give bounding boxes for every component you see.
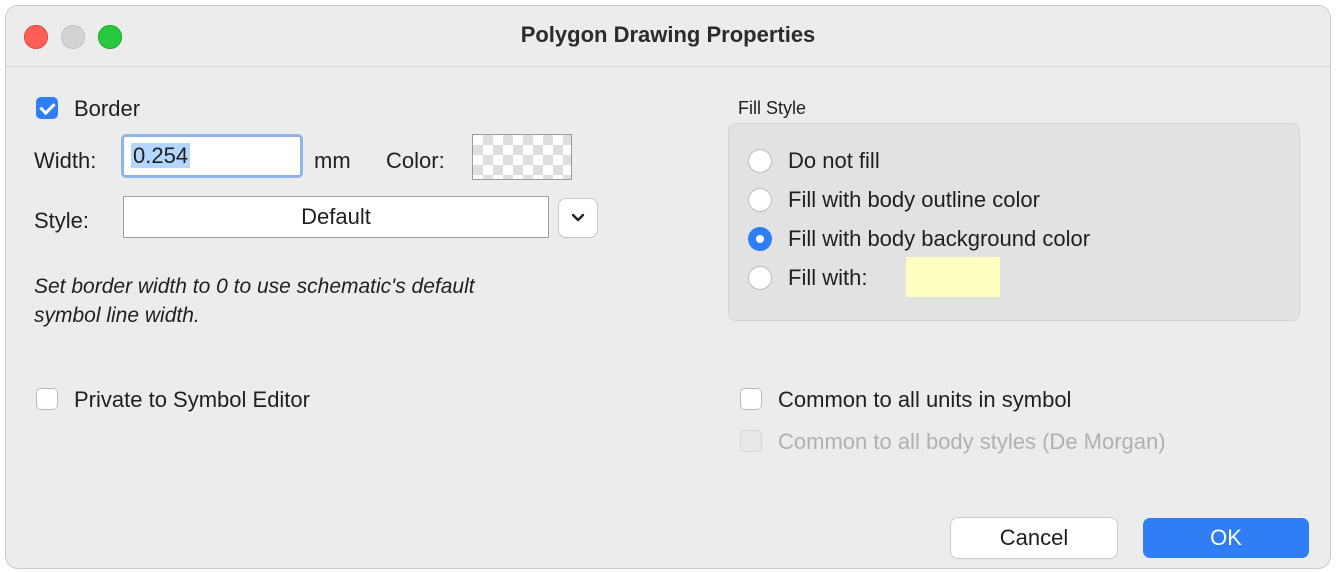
radio-fill-background[interactable] bbox=[748, 227, 772, 251]
common-styles-label: Common to all body styles (De Morgan) bbox=[778, 429, 1166, 454]
color-label: Color: bbox=[386, 148, 445, 173]
border-label: Border bbox=[74, 96, 141, 121]
radio-label-fill-background: Fill with body background color bbox=[788, 226, 1091, 251]
dialog-title: Polygon Drawing Properties bbox=[520, 22, 816, 47]
border-hint: Set border width to 0 to use schematic's… bbox=[34, 272, 475, 330]
border-checkbox[interactable] bbox=[36, 97, 58, 119]
width-value: 0.254 bbox=[131, 143, 191, 168]
fill-color-swatch[interactable] bbox=[906, 257, 1000, 297]
common-units-label: Common to all units in symbol bbox=[778, 387, 1072, 412]
border-color-swatch[interactable] bbox=[472, 134, 572, 180]
style-label: Style: bbox=[34, 208, 90, 233]
hint-line-1: Set border width to 0 to use schematic's… bbox=[34, 275, 475, 298]
width-input[interactable]: 0.254 bbox=[121, 134, 303, 178]
radio-fill-with[interactable] bbox=[748, 266, 772, 290]
radio-do-not-fill[interactable] bbox=[748, 149, 772, 173]
cancel-button[interactable]: Cancel bbox=[951, 518, 1117, 558]
private-checkbox[interactable] bbox=[36, 388, 58, 410]
radio-fill-outline[interactable] bbox=[748, 188, 772, 212]
radio-label-do-not-fill: Do not fill bbox=[788, 148, 880, 173]
style-dropdown-button[interactable] bbox=[559, 199, 597, 237]
radio-label-fill-outline: Fill with body outline color bbox=[788, 187, 1040, 212]
dialog-window: Polygon Drawing Properties Border Width:… bbox=[6, 6, 1330, 568]
style-select[interactable]: Default bbox=[123, 196, 549, 238]
width-unit: mm bbox=[314, 148, 351, 173]
radio-label-fill-with: Fill with: bbox=[788, 265, 868, 290]
ok-button[interactable]: OK bbox=[1143, 518, 1309, 558]
fill-style-label: Fill Style bbox=[738, 98, 807, 118]
common-styles-checkbox[interactable] bbox=[740, 430, 762, 452]
common-units-checkbox[interactable] bbox=[740, 388, 762, 410]
width-label: Width: bbox=[34, 148, 97, 173]
chevron-down-icon bbox=[571, 213, 585, 222]
title-bar: Polygon Drawing Properties bbox=[6, 6, 1330, 67]
private-label: Private to Symbol Editor bbox=[74, 387, 310, 412]
hint-line-2: symbol line width. bbox=[34, 304, 200, 327]
